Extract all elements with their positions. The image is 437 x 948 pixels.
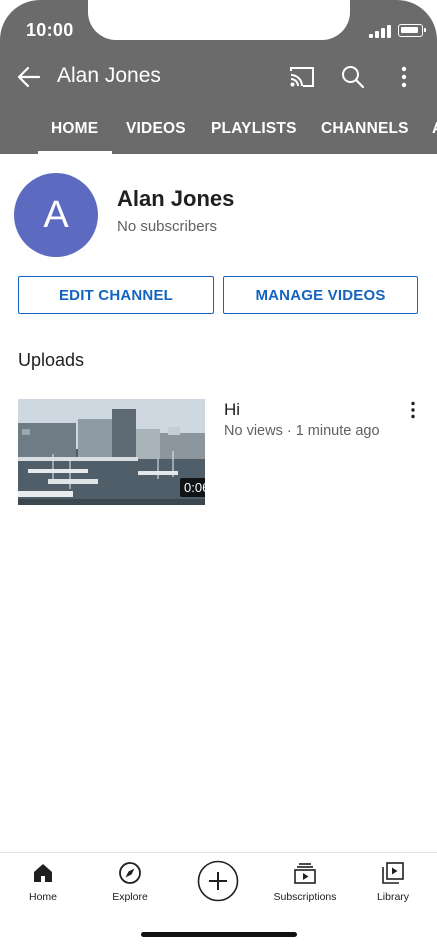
phone-screen: 10:00 Alan Jones HOME VIDEOS PLAYLISTS C…: [0, 0, 437, 948]
manage-videos-button[interactable]: MANAGE VIDEOS: [223, 276, 418, 314]
nav-subscriptions[interactable]: Subscriptions: [265, 853, 345, 913]
nav-home-label: Home: [28, 891, 57, 903]
tab-videos[interactable]: VIDEOS: [126, 120, 186, 138]
video-title[interactable]: Hi: [224, 400, 240, 420]
tab-about-partial[interactable]: A: [432, 120, 437, 138]
cast-icon[interactable]: [288, 64, 316, 90]
subscriber-count: No subscribers: [117, 218, 218, 235]
home-indicator[interactable]: [141, 932, 297, 937]
nav-library-label: Library: [376, 891, 410, 903]
video-duration: 0:06: [180, 478, 205, 497]
channel-name: Alan Jones: [117, 186, 235, 211]
video-list-item[interactable]: 0:06 Hi No views · 1 minute ago: [0, 398, 437, 506]
more-vert-icon[interactable]: [396, 64, 412, 90]
video-metadata: No views · 1 minute ago: [224, 423, 380, 439]
channel-header: 10:00 Alan Jones HOME VIDEOS PLAYLISTS C…: [0, 0, 437, 154]
active-tab-indicator: [38, 151, 112, 154]
create-plus-icon[interactable]: [197, 860, 239, 902]
channel-tabs: HOME VIDEOS PLAYLISTS CHANNELS A: [0, 108, 437, 154]
subscriptions-icon: [293, 861, 317, 885]
compass-icon: [118, 861, 142, 885]
nav-library[interactable]: Library: [353, 853, 433, 913]
home-icon: [31, 861, 55, 885]
tab-playlists[interactable]: PLAYLISTS: [211, 120, 297, 138]
app-bar-title: Alan Jones: [57, 64, 161, 87]
video-thumbnail[interactable]: 0:06: [18, 399, 205, 505]
nav-subscriptions-label: Subscriptions: [273, 891, 337, 903]
nav-home[interactable]: Home: [3, 853, 83, 913]
status-time: 10:00: [26, 20, 74, 40]
edit-channel-button[interactable]: EDIT CHANNEL: [18, 276, 214, 314]
tab-channels[interactable]: CHANNELS: [321, 120, 409, 138]
tab-home[interactable]: HOME: [51, 120, 98, 138]
video-more-vert-icon[interactable]: [405, 400, 421, 420]
uploads-heading: Uploads: [18, 350, 85, 370]
channel-avatar[interactable]: A: [14, 173, 98, 257]
library-icon: [381, 861, 405, 885]
nav-explore[interactable]: Explore: [90, 853, 170, 913]
battery-icon: [398, 24, 426, 37]
search-icon[interactable]: [340, 64, 366, 90]
back-arrow-icon[interactable]: [14, 62, 44, 92]
nav-explore-label: Explore: [112, 891, 148, 903]
signal-icon: [369, 24, 391, 38]
device-notch: [88, 0, 350, 40]
